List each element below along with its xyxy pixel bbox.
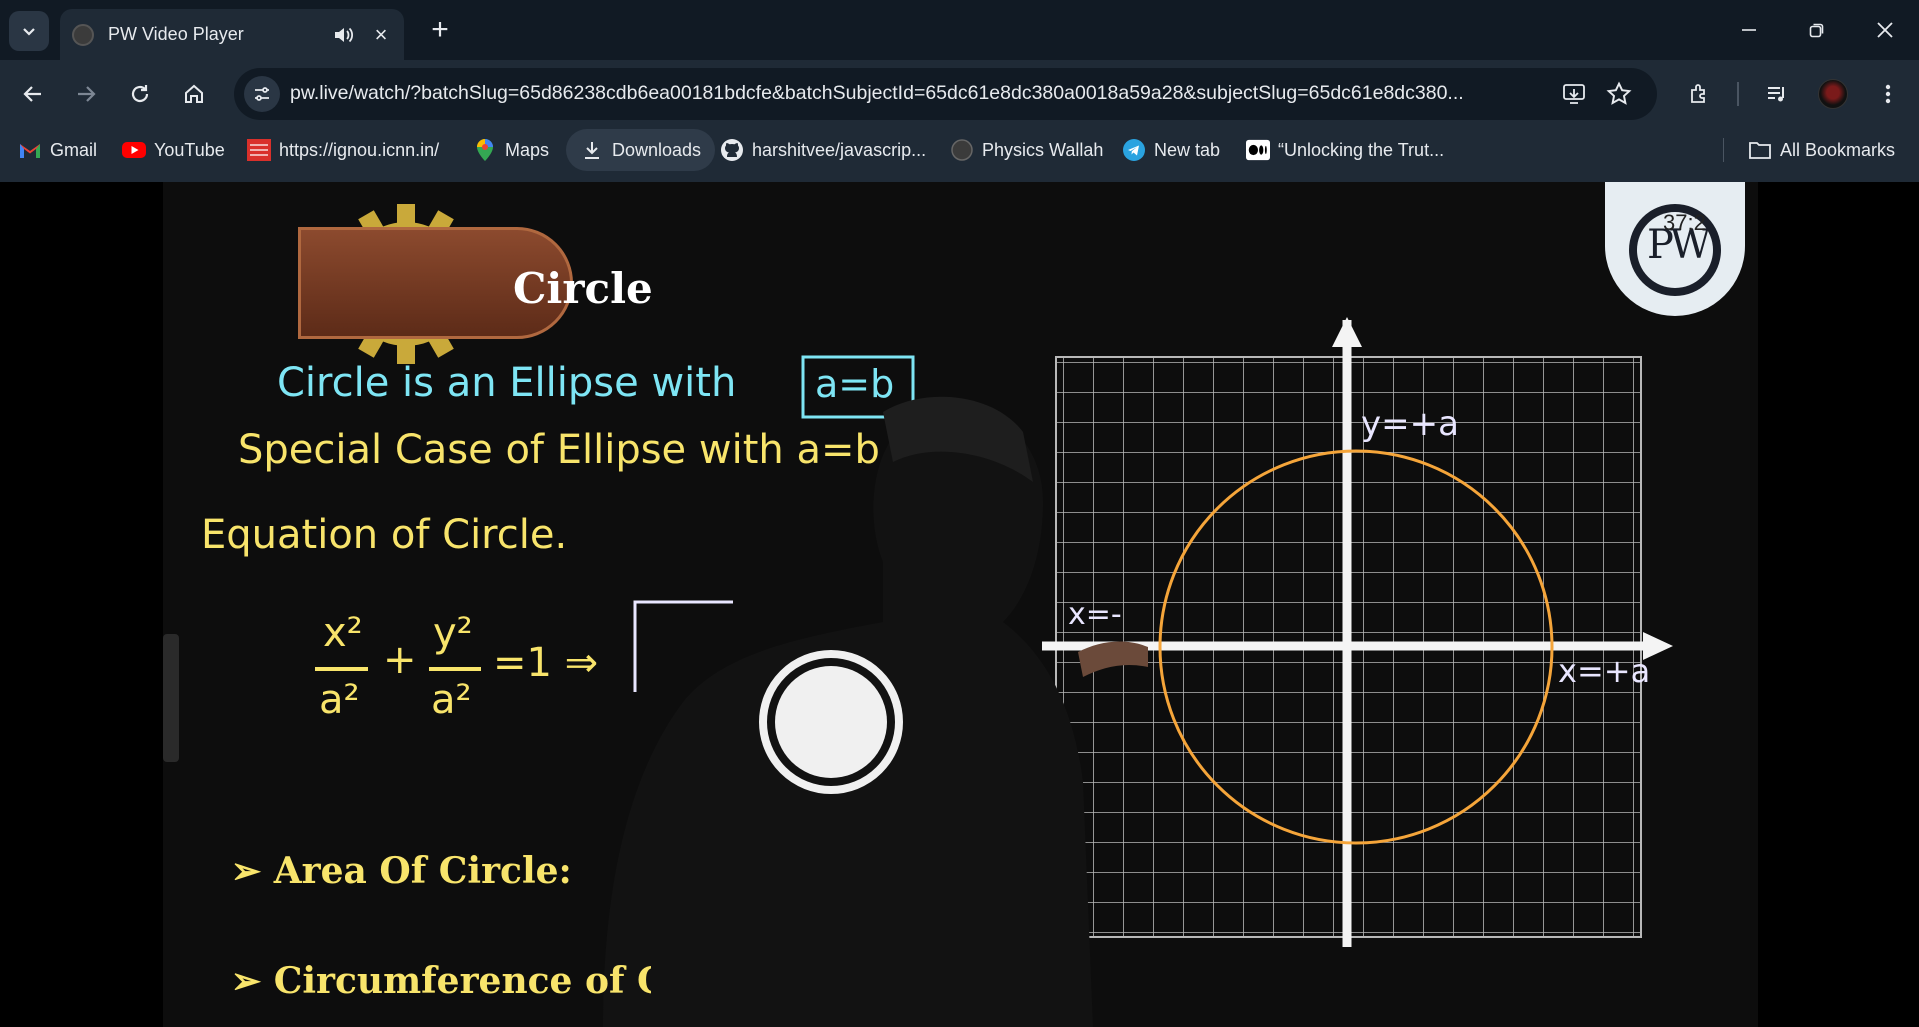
- browser-chrome: PW Video Player × + pw.live/watch/?batch…: [0, 0, 1919, 182]
- youtube-icon: [122, 138, 146, 162]
- board-line-3: Equation of Circle.: [201, 512, 568, 558]
- bookmark-medium-article[interactable]: “Unlocking the Trut...: [1246, 128, 1444, 172]
- tab-pw-video-player[interactable]: PW Video Player ×: [60, 9, 404, 60]
- bookmark-label: Physics Wallah: [982, 139, 1104, 160]
- board-line-2: Special Case of Ellipse with a=b: [238, 427, 880, 473]
- bookmark-label: YouTube: [154, 139, 225, 160]
- close-icon: [1877, 22, 1893, 38]
- arrow-right-icon: [78, 86, 96, 102]
- tune-icon: [255, 87, 269, 101]
- site-info-button[interactable]: [244, 76, 280, 112]
- equation-numerator-x: x²: [323, 610, 363, 656]
- chevron-down-icon: [23, 28, 35, 36]
- menu-button[interactable]: [1868, 74, 1908, 114]
- board-line-1: Circle is an Ellipse with: [277, 360, 737, 406]
- bullet-circumference: ➢ Circumference of C: [231, 960, 651, 1002]
- home-button[interactable]: [174, 74, 214, 114]
- bookmark-ignou[interactable]: https://ignou.icnn.in/: [247, 128, 439, 172]
- folder-icon: [1748, 138, 1772, 162]
- video-timer: 37:2: [1663, 210, 1706, 235]
- equation-numerator-y: y²: [433, 610, 473, 656]
- equation-plus: +: [383, 637, 417, 683]
- reload-icon: [131, 85, 149, 103]
- equation-rhs: =1 ⇒: [493, 640, 599, 686]
- profile-avatar[interactable]: [1813, 74, 1853, 114]
- close-window-button[interactable]: [1862, 10, 1908, 50]
- extensions-button[interactable]: [1680, 74, 1720, 114]
- bullet-area-of-circle: ➢ Area Of Circle:: [231, 850, 572, 892]
- all-bookmarks-label: All Bookmarks: [1780, 139, 1896, 160]
- speaker-icon[interactable]: [332, 24, 354, 46]
- address-bar[interactable]: pw.live/watch/?batchSlug=65d86238cdb6ea0…: [234, 68, 1657, 120]
- pw-icon: [950, 138, 974, 162]
- minimize-button[interactable]: [1726, 10, 1772, 50]
- equation-denominator-2: a²: [431, 677, 472, 723]
- telegram-icon: [1122, 138, 1146, 162]
- all-bookmarks-button[interactable]: All Bookmarks: [1748, 128, 1895, 172]
- bookmark-label: https://ignou.icnn.in/: [279, 139, 440, 160]
- bookmark-label: “Unlocking the Trut...: [1278, 139, 1445, 160]
- bookmark-label: New tab: [1154, 139, 1221, 160]
- gmail-icon: [18, 138, 42, 162]
- video-frame[interactable]: Circle Circle is an Ellipse with a=b Spe…: [163, 182, 1758, 1027]
- bookmark-github[interactable]: harshitvee/javascrip...: [720, 128, 926, 172]
- bullet-circumference-text: Circumference of C: [273, 960, 651, 1002]
- forward-button[interactable]: [66, 74, 106, 114]
- home-icon: [185, 84, 203, 103]
- bookmark-label: harshitvee/javascrip...: [752, 139, 927, 160]
- bookmarks-divider: [1723, 138, 1724, 162]
- tab-close-icon[interactable]: ×: [370, 23, 392, 46]
- tab-search-button[interactable]: [9, 11, 49, 51]
- arrow-left-icon: [23, 86, 41, 102]
- bookmarks-bar: Gmail YouTube https://ignou.icnn.in/ Map…: [0, 128, 1919, 172]
- bookmark-gmail[interactable]: Gmail: [18, 128, 97, 172]
- bookmark-new-tab[interactable]: New tab: [1122, 128, 1220, 172]
- medium-icon: [1246, 138, 1270, 162]
- toolbar-divider: [1737, 82, 1739, 106]
- github-icon: [720, 138, 744, 162]
- video-player[interactable]: Circle Circle is an Ellipse with a=b Spe…: [0, 182, 1919, 1027]
- new-tab-button[interactable]: +: [423, 14, 457, 48]
- queue-music-icon: [1768, 87, 1784, 102]
- label-y-plus-a: y=+a: [1361, 404, 1459, 444]
- avatar-icon: [1818, 79, 1848, 109]
- bookmark-maps[interactable]: Maps: [473, 128, 549, 172]
- side-panel-handle[interactable]: [163, 634, 179, 762]
- maps-icon: [473, 138, 497, 162]
- url-text[interactable]: pw.live/watch/?batchSlug=65d86238cdb6ea0…: [290, 82, 1550, 105]
- puzzle-icon: [1691, 84, 1705, 103]
- bookmark-youtube[interactable]: YouTube: [122, 128, 225, 172]
- star-icon[interactable]: [1606, 81, 1632, 107]
- bullet-area-text: Area Of Circle:: [273, 850, 572, 892]
- install-app-icon[interactable]: [1562, 82, 1586, 106]
- label-x-plus-a: x=+a: [1558, 652, 1651, 690]
- bookmark-physics-wallah[interactable]: Physics Wallah: [950, 128, 1103, 172]
- tab-title: PW Video Player: [108, 24, 244, 44]
- icnn-icon: [247, 138, 271, 162]
- restore-icon: [1809, 23, 1824, 38]
- board-boxed-text: a=b: [815, 362, 895, 406]
- bookmark-label: Downloads: [612, 139, 702, 160]
- tab-strip: PW Video Player × +: [0, 0, 1919, 60]
- label-x-minus: x=-: [1068, 597, 1122, 632]
- pw-watermark: PW: [1605, 182, 1745, 316]
- media-controls-button[interactable]: [1757, 74, 1797, 114]
- bookmark-downloads[interactable]: Downloads: [566, 129, 716, 171]
- minimize-icon: [1742, 29, 1756, 31]
- pw-favicon-icon: [72, 23, 94, 46]
- back-button[interactable]: [13, 74, 53, 114]
- bookmark-label: Maps: [505, 139, 550, 160]
- equation-denominator-1: a²: [319, 677, 360, 723]
- more-vert-icon: [1885, 84, 1891, 104]
- reload-button[interactable]: [120, 74, 160, 114]
- restore-button[interactable]: [1794, 10, 1840, 50]
- download-icon: [580, 138, 604, 162]
- lesson-title: Circle: [513, 264, 653, 313]
- bookmark-label: Gmail: [50, 139, 98, 160]
